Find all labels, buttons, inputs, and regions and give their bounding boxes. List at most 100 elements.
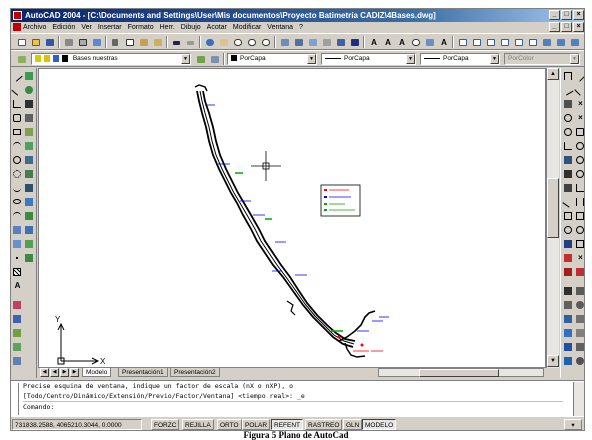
view-bottom-icon[interactable] <box>470 36 483 48</box>
tab-presentacion2[interactable]: Presentación2 <box>170 368 220 377</box>
redo-icon[interactable] <box>184 36 197 48</box>
edit-polyline-icon[interactable] <box>24 225 35 235</box>
scroll-down-arrow-icon[interactable]: ▼ <box>547 355 559 367</box>
tab-last-icon[interactable]: ▶ <box>70 368 79 377</box>
minimize-button[interactable]: _ <box>549 10 560 20</box>
scroll-up-arrow-icon[interactable]: ▲ <box>547 68 559 80</box>
zoom-realtime-icon[interactable] <box>231 36 244 48</box>
dim-linear-icon[interactable] <box>563 71 574 81</box>
chamfer-icon[interactable] <box>24 183 35 193</box>
toggle-modelo[interactable]: MODELO <box>362 419 397 430</box>
erase-icon[interactable] <box>12 300 23 310</box>
layer-combo[interactable]: Bases nuestras ▼ <box>31 53 191 65</box>
snap-endpoint-icon[interactable] <box>574 70 584 82</box>
hyperlink-icon[interactable] <box>203 36 216 48</box>
dim-baseline-icon[interactable] <box>563 169 574 179</box>
solid-cylinder-icon[interactable] <box>575 314 584 324</box>
toolpalette-icon[interactable] <box>306 36 319 48</box>
mirror-icon[interactable] <box>12 328 23 338</box>
status-tray-icon[interactable]: ▾ <box>564 419 582 430</box>
trim-icon[interactable] <box>24 127 35 137</box>
view-iso-sw-icon[interactable] <box>540 36 553 48</box>
solid-wedge-icon[interactable] <box>575 342 584 352</box>
undo-icon[interactable] <box>170 36 183 48</box>
solid-torus-icon[interactable] <box>575 356 584 366</box>
solid-cone-icon[interactable] <box>575 328 584 338</box>
explode-icon[interactable] <box>24 211 35 221</box>
array-icon[interactable] <box>12 356 23 366</box>
horizontal-scrollbar[interactable] <box>378 368 544 377</box>
circle-icon[interactable] <box>12 155 23 165</box>
doc-minimize-button[interactable]: _ <box>549 22 560 32</box>
hatch-icon[interactable] <box>12 267 23 277</box>
text-a-icon[interactable]: A <box>12 281 23 291</box>
shade-icon[interactable] <box>563 300 574 310</box>
zoom-window-icon[interactable] <box>245 36 258 48</box>
linetype-combo[interactable]: PorCapa ▼ <box>321 53 416 65</box>
break-icon[interactable] <box>24 155 35 165</box>
snap-midpoint-icon[interactable] <box>574 84 584 96</box>
move-icon[interactable] <box>24 71 35 81</box>
ellipse-arc-icon[interactable] <box>12 211 23 221</box>
lineweight-dropdown-icon[interactable]: ▼ <box>490 54 499 64</box>
solid-sphere-icon[interactable] <box>575 300 584 310</box>
dim-diameter-icon[interactable] <box>563 127 574 137</box>
menu-ventana[interactable]: Ventana <box>267 22 293 33</box>
spell-icon[interactable] <box>423 36 436 48</box>
dim-ordinate-icon[interactable] <box>563 99 574 109</box>
text-scale-icon[interactable]: A <box>437 36 450 48</box>
dim-continue-icon[interactable] <box>563 183 574 193</box>
osnap-settings-icon[interactable] <box>575 267 584 277</box>
menu-edicion[interactable]: Edición <box>52 22 75 33</box>
join-icon[interactable] <box>24 169 35 179</box>
maximize-button[interactable]: □ <box>561 10 572 20</box>
open-icon[interactable] <box>29 36 42 48</box>
point-icon[interactable] <box>12 253 23 263</box>
copy-object-icon[interactable] <box>12 314 23 324</box>
rectangle-icon[interactable] <box>12 127 23 137</box>
menu-dibujo[interactable]: Dibujo <box>181 22 201 33</box>
center-mark-icon[interactable] <box>563 225 574 235</box>
color-combo[interactable]: PorCapa ▼ <box>227 53 317 65</box>
new-icon[interactable] <box>15 36 28 48</box>
cut-icon[interactable] <box>109 36 122 48</box>
copy-icon[interactable] <box>123 36 136 48</box>
edit-spline-icon[interactable] <box>24 239 35 249</box>
materials-icon[interactable] <box>563 342 574 352</box>
menu-acotar[interactable]: Acotar <box>207 22 227 33</box>
leader-icon[interactable] <box>562 196 574 208</box>
tab-modelo[interactable]: Modelo <box>82 368 112 377</box>
color-dropdown-icon[interactable]: ▼ <box>307 54 316 64</box>
extend-icon[interactable] <box>24 141 35 151</box>
print-icon[interactable] <box>62 36 75 48</box>
view-right-icon[interactable] <box>498 36 511 48</box>
dbconnect-icon[interactable] <box>320 36 333 48</box>
drawing-canvas[interactable]: Y X <box>38 68 546 368</box>
tab-presentacion1[interactable]: Presentación1 <box>118 368 168 377</box>
text-edit-icon[interactable]: A <box>395 36 408 48</box>
scene-icon[interactable] <box>563 328 574 338</box>
pan-icon[interactable] <box>217 36 230 48</box>
ellipse-icon[interactable] <box>12 197 23 207</box>
snap-extension-icon[interactable] <box>575 127 584 137</box>
toggle-rejilla[interactable]: REJILLA <box>182 419 214 430</box>
hscroll-thumb[interactable] <box>419 369 499 377</box>
zoom-previous-icon[interactable] <box>259 36 272 48</box>
menu-formato[interactable]: Formato <box>128 22 154 33</box>
snap-node-icon[interactable] <box>575 225 584 235</box>
toggle-polar[interactable]: POLAR <box>242 419 271 430</box>
autocad-app-icon[interactable] <box>13 11 22 20</box>
revcloud-icon[interactable] <box>12 169 23 179</box>
command-scrollbar[interactable] <box>573 382 584 416</box>
coordinates-readout[interactable]: 731838.2588, 4065210.3044, 0.0000 <box>12 419 142 430</box>
snap-parallel-icon[interactable] <box>575 197 584 207</box>
polyline-icon[interactable] <box>12 99 23 109</box>
line-icon[interactable] <box>11 70 23 82</box>
view-back-icon[interactable] <box>526 36 539 48</box>
insert-block-icon[interactable] <box>12 225 23 235</box>
menu-insertar[interactable]: Insertar <box>98 22 122 33</box>
snap-quadrant-icon[interactable] <box>575 155 584 165</box>
menu-ayuda[interactable]: ? <box>299 22 303 33</box>
command-prompt[interactable]: Comando: <box>23 401 563 412</box>
view-front-icon[interactable] <box>512 36 525 48</box>
